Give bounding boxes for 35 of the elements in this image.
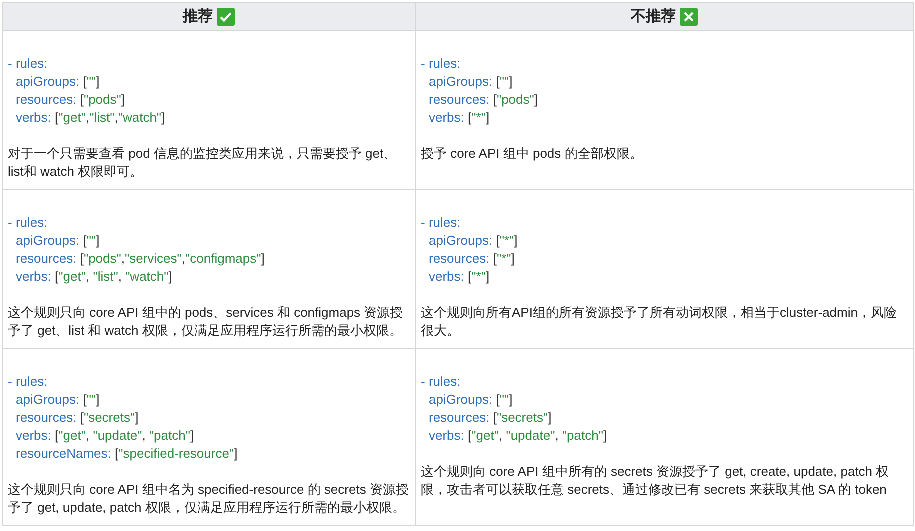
code-line: - rules:	[421, 214, 461, 232]
rule-description: 对于一个只需要查看 pod 信息的监控类应用来说，只需要授予 get、list和 watch 权限即可。	[8, 145, 398, 181]
column-title: 不推荐	[631, 7, 676, 26]
code-line: resources: ["*"]	[428, 250, 515, 268]
code-line: resources: ["secrets"]	[15, 409, 139, 427]
code-line: apiGroups: [""]	[428, 73, 513, 91]
code-line: resourceNames: ["specified-resource"]	[15, 445, 238, 463]
rule-description: 这个规则只向 core API 组中名为 specified-resource 的 secrets 资源授予了 get, update, patch 权限，仅满足应用程序运行所需的最小权限。	[8, 481, 409, 517]
rule-description: 授予 core API 组中 pods 的全部权限。	[421, 145, 644, 163]
code-line: verbs: ["get", "list", "watch"]	[15, 268, 172, 286]
code-line: verbs: ["get", "update", "patch"]	[15, 427, 194, 445]
code-line: verbs: ["get", "update", "patch"]	[428, 427, 608, 445]
code-line: verbs: ["get","list","watch"]	[15, 109, 166, 127]
code-line: apiGroups: [""]	[428, 391, 513, 409]
code-line: resources: ["pods","services","configmaps"]	[15, 250, 265, 268]
code-line: apiGroups: [""]	[15, 232, 100, 250]
code-line: resources: ["pods"]	[15, 91, 125, 109]
code-line: - rules:	[8, 373, 48, 391]
cross-icon	[680, 8, 698, 26]
code-line: resources: ["pods"]	[428, 91, 538, 109]
code-line: apiGroups: ["*"]	[428, 232, 518, 250]
rule-description: 这个规则只向 core API 组中的 pods、services 和 configmaps 资源授予了 get、list 和 watch 权限，仅满足应用程序运行所需的最小权限。	[8, 304, 404, 340]
code-line: - rules:	[421, 373, 461, 391]
check-icon	[217, 8, 235, 26]
code-line: resources: ["secrets"]	[428, 409, 552, 427]
column-title: 推荐	[183, 7, 213, 26]
code-line: - rules:	[421, 55, 461, 73]
code-line: - rules:	[8, 214, 48, 232]
rule-description: 这个规则向所有API组的所有资源授予了所有动词权限，相当于cluster-admin，风险很大。	[421, 304, 898, 340]
rule-description: 这个规则向 core API 组中所有的 secrets 资源授予了 get, create, update, patch 权限，攻击者可以获取任意 secrets、通过修改已有 secrets 来获取其他 SA 的 token	[421, 463, 890, 499]
code-line: apiGroups: [""]	[15, 391, 100, 409]
code-line: apiGroups: [""]	[15, 73, 100, 91]
code-line: - rules:	[8, 55, 48, 73]
code-line: verbs: ["*"]	[428, 268, 490, 286]
code-line: verbs: ["*"]	[428, 109, 490, 127]
